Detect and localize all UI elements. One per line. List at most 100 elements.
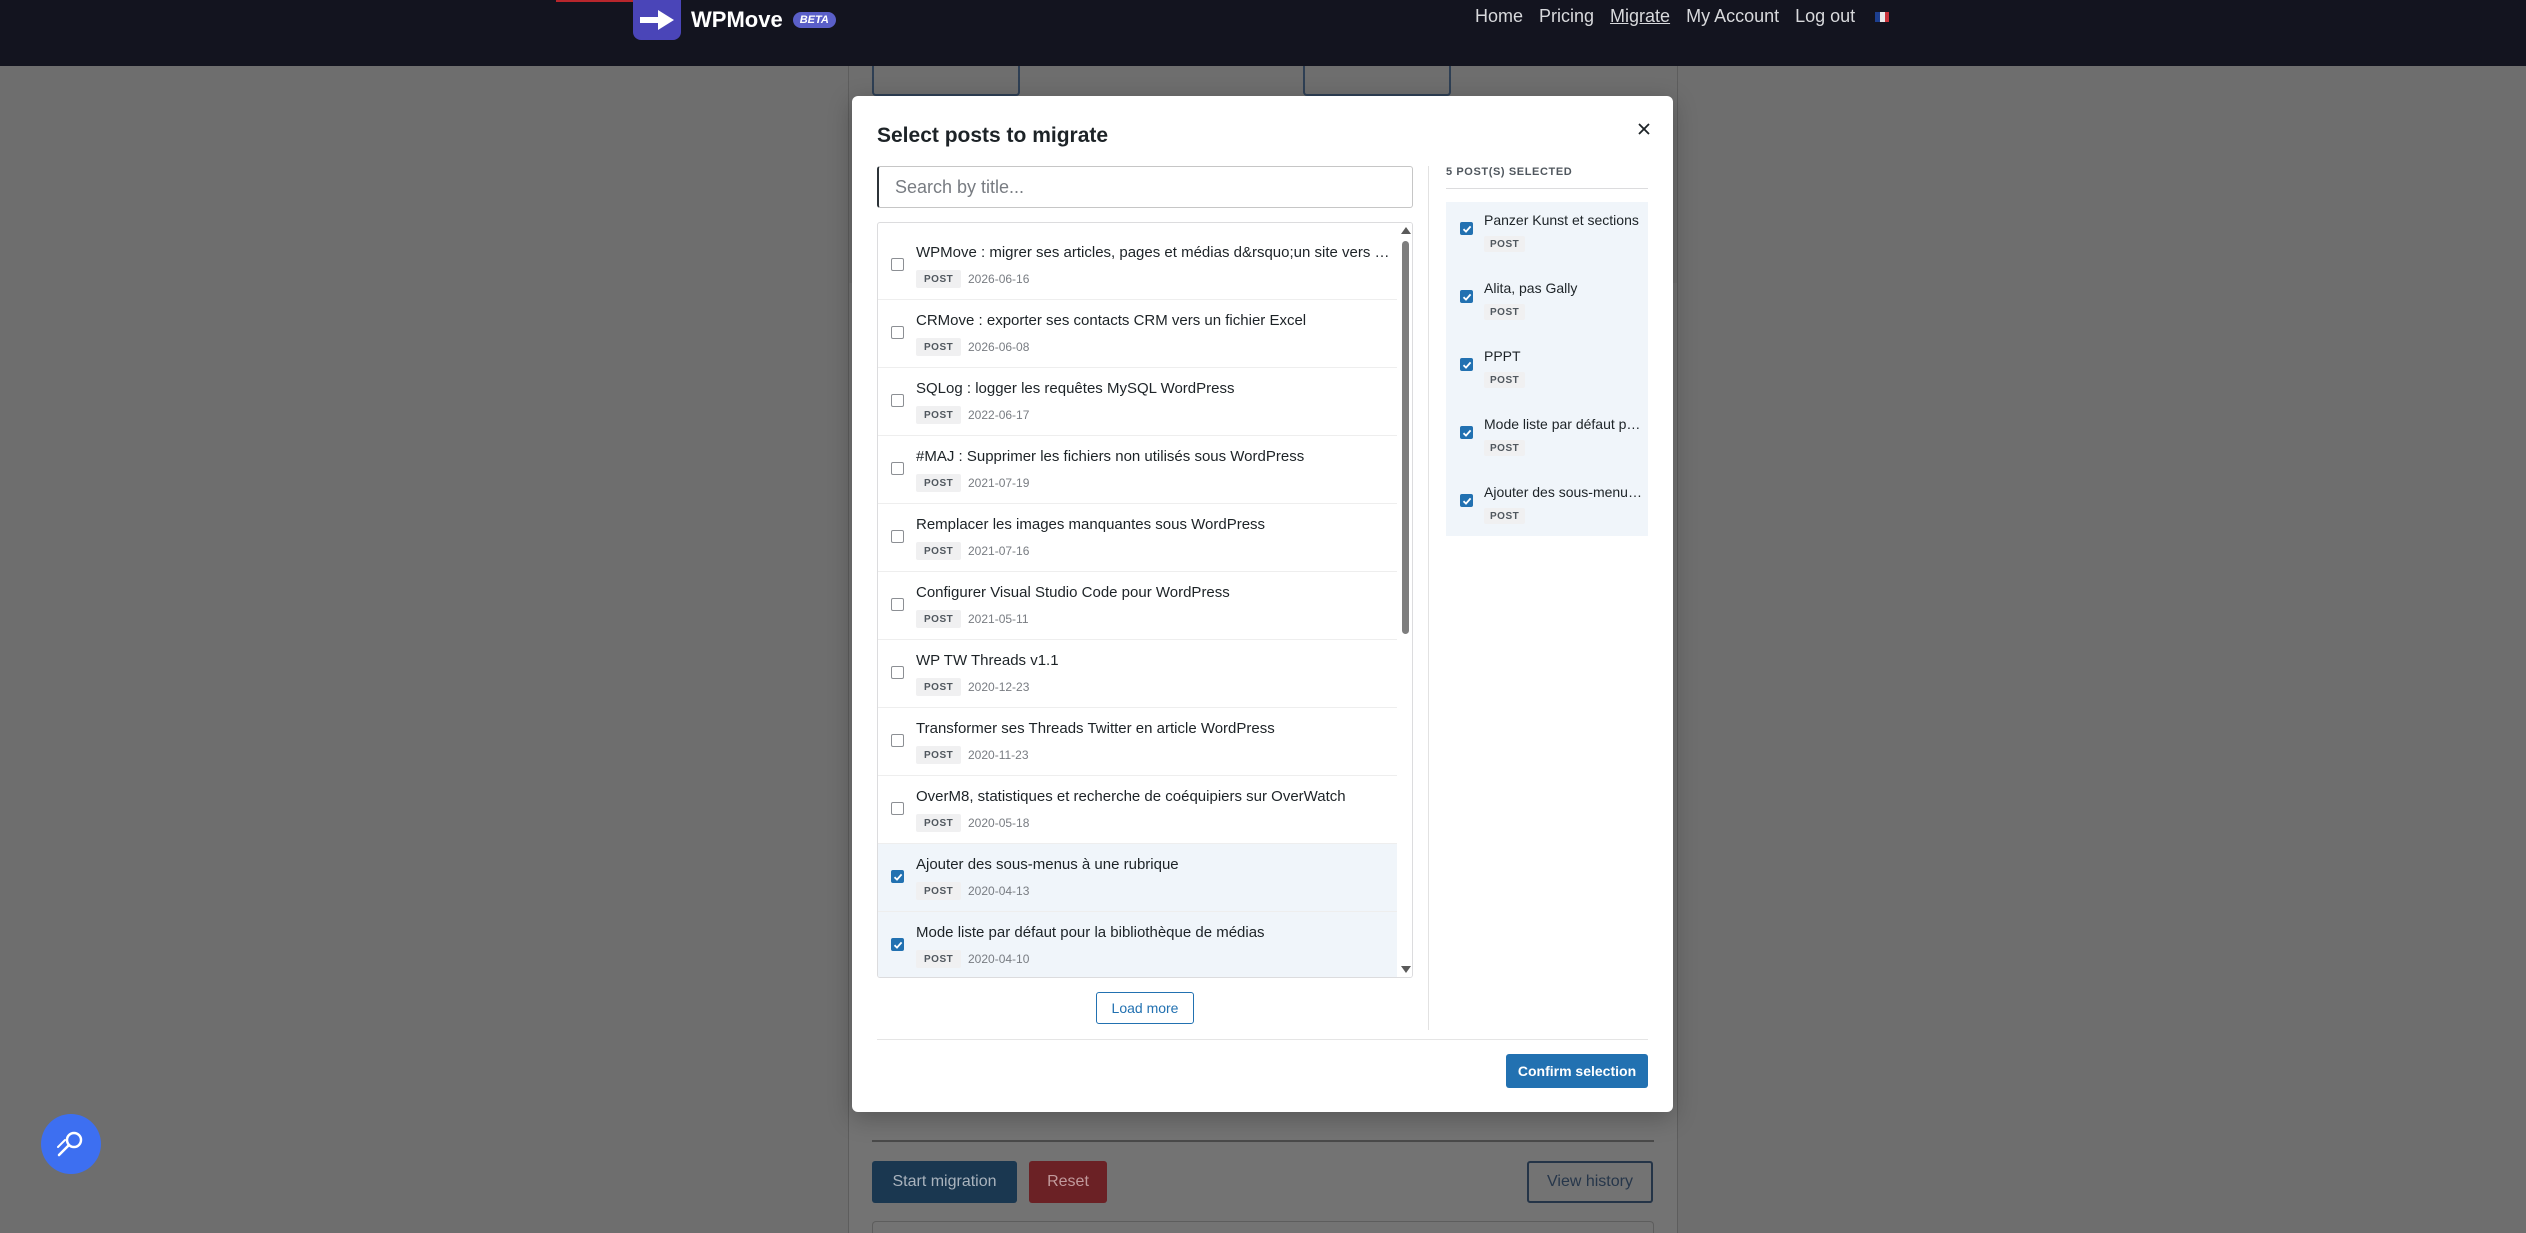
flag-fr-icon[interactable] — [1875, 11, 1890, 22]
post-type-badge: POST — [916, 950, 962, 968]
post-title: WPMove : migrer ses articles, pages et m… — [916, 244, 1391, 261]
post-row[interactable]: #MAJ : Supprimer les fichiers non utilis… — [878, 436, 1397, 504]
post-title: OverM8, statistiques et recherche de coé… — [916, 788, 1346, 805]
post-title: CRMove : exporter ses contacts CRM vers … — [916, 312, 1307, 329]
post-row[interactable]: Transformer ses Threads Twitter en artic… — [878, 708, 1397, 776]
post-row[interactable]: SQLog : logger les requêtes MySQL WordPr… — [878, 368, 1397, 436]
post-row[interactable]: CRMove : exporter ses contacts CRM vers … — [878, 300, 1397, 368]
selected-item[interactable]: Mode liste par défaut pour la bibliothèq… — [1446, 406, 1648, 474]
post-type-badge: POST — [916, 338, 962, 356]
post-type-badge: POST — [916, 746, 962, 764]
background-divider — [872, 1140, 1654, 1142]
selected-type-badge: POST — [1484, 304, 1526, 320]
modal-title: Select posts to migrate — [877, 124, 1109, 147]
selected-type-badge: POST — [1484, 508, 1526, 524]
selected-count-header: 5 POST(S) SELECTED — [1446, 166, 1648, 189]
selected-item[interactable]: Panzer Kunst et sections POST — [1446, 202, 1648, 270]
reset-button[interactable]: Reset — [1029, 1161, 1107, 1203]
post-title: Ajouter des sous-menus à une rubrique — [916, 856, 1179, 873]
post-checkbox[interactable] — [891, 938, 904, 951]
selected-checkbox[interactable] — [1460, 426, 1473, 439]
post-list-scrollbar[interactable] — [1398, 223, 1412, 977]
brand[interactable]: WPMove BETA — [633, 0, 836, 40]
selected-item[interactable]: PPPT POST — [1446, 338, 1648, 406]
confirm-selection-button[interactable]: Confirm selection — [1506, 1054, 1648, 1088]
select-posts-modal: Select posts to migrate WPMove : migrer … — [852, 96, 1673, 1112]
post-date: 2020-12-23 — [968, 680, 1030, 694]
selected-title: Mode liste par défaut pour la bibliothèq… — [1484, 416, 1642, 432]
post-checkbox[interactable] — [891, 462, 904, 475]
nav-link-migrate[interactable]: Migrate — [1610, 6, 1670, 27]
selected-checkbox[interactable] — [1460, 222, 1473, 235]
post-checkbox[interactable] — [891, 666, 904, 679]
close-icon — [1638, 123, 1650, 135]
post-row[interactable]: WP TW Threads v1.1 POST 2020-12-23 — [878, 640, 1397, 708]
selected-checkbox[interactable] — [1460, 358, 1473, 371]
post-date: 2021-05-11 — [968, 612, 1029, 626]
post-type-badge: POST — [916, 474, 962, 492]
view-history-button[interactable]: View history — [1527, 1161, 1653, 1203]
selected-checkbox[interactable] — [1460, 290, 1473, 303]
nav-link-my-account[interactable]: My Account — [1686, 6, 1779, 27]
post-date: 2020-05-18 — [968, 816, 1030, 830]
post-date: 2021-07-16 — [968, 544, 1030, 558]
post-row[interactable]: OverM8, statistiques et recherche de coé… — [878, 776, 1397, 844]
post-checkbox[interactable] — [891, 326, 904, 339]
post-type-badge: POST — [916, 270, 962, 288]
post-type-badge: POST — [916, 406, 962, 424]
post-type-badge: POST — [916, 678, 962, 696]
selected-title: Ajouter des sous-menus à une rubrique — [1484, 484, 1642, 500]
selected-checkbox[interactable] — [1460, 494, 1473, 507]
post-checkbox[interactable] — [891, 258, 904, 271]
load-more-button[interactable]: Load more — [1096, 992, 1194, 1024]
post-row[interactable]: Configurer Visual Studio Code pour WordP… — [878, 572, 1397, 640]
post-title: WP TW Threads v1.1 — [916, 652, 1059, 669]
selected-title: Alita, pas Gally — [1484, 280, 1578, 296]
scroll-up-arrow-icon[interactable] — [1401, 227, 1411, 234]
background-outline-button-1 — [872, 66, 1020, 96]
post-title: Configurer Visual Studio Code pour WordP… — [916, 584, 1230, 601]
nav-link-log-out[interactable]: Log out — [1795, 6, 1855, 27]
post-date: 2020-04-10 — [968, 952, 1030, 966]
magnifier-fab-button[interactable] — [41, 1114, 101, 1174]
post-title: #MAJ : Supprimer les fichiers non utilis… — [916, 448, 1305, 465]
scroll-down-arrow-icon[interactable] — [1401, 966, 1411, 973]
post-row[interactable]: Mode liste par défaut pour la bibliothèq… — [878, 912, 1397, 977]
nav-links: Home Pricing Migrate My Account Log out — [1475, 6, 1890, 27]
start-migration-button[interactable]: Start migration — [872, 1161, 1017, 1203]
selected-item[interactable]: Ajouter des sous-menus à une rubrique POS… — [1446, 474, 1648, 542]
post-date: 2021-07-19 — [968, 476, 1030, 490]
post-row[interactable]: Remplacer les images manquantes sous Wor… — [878, 504, 1397, 572]
post-title: Remplacer les images manquantes sous Wor… — [916, 516, 1266, 533]
post-row[interactable]: Ajouter des sous-menus à une rubrique POS… — [878, 844, 1397, 912]
post-checkbox[interactable] — [891, 734, 904, 747]
post-title: Transformer ses Threads Twitter en artic… — [916, 720, 1275, 737]
nav-link-pricing[interactable]: Pricing — [1539, 6, 1594, 27]
selected-type-badge: POST — [1484, 440, 1526, 456]
post-checkbox[interactable] — [891, 870, 904, 883]
search-input[interactable] — [877, 166, 1413, 208]
arrow-right-icon — [633, 0, 681, 40]
close-button[interactable] — [1630, 115, 1658, 143]
post-type-badge: POST — [916, 882, 962, 900]
post-date: 2022-06-17 — [968, 408, 1030, 422]
nav-link-home[interactable]: Home — [1475, 6, 1523, 27]
modal-footer-divider — [877, 1039, 1648, 1040]
posts-column: WPMove : migrer ses articles, pages et m… — [877, 166, 1413, 1024]
post-checkbox[interactable] — [891, 394, 904, 407]
selected-column: 5 POST(S) SELECTED Panzer Kunst et secti… — [1446, 166, 1648, 536]
post-checkbox[interactable] — [891, 530, 904, 543]
background-bottom-field — [872, 1221, 1654, 1233]
background-outline-button-2 — [1303, 66, 1451, 96]
post-checkbox[interactable] — [891, 598, 904, 611]
post-type-badge: POST — [916, 542, 962, 560]
selected-item[interactable]: Alita, pas Gally POST — [1446, 270, 1648, 338]
post-row[interactable]: WPMove : migrer ses articles, pages et m… — [878, 232, 1397, 300]
scroll-thumb[interactable] — [1402, 241, 1409, 634]
post-title: SQLog : logger les requêtes MySQL WordPr… — [916, 380, 1235, 397]
selected-type-badge: POST — [1484, 236, 1526, 252]
beta-badge: BETA — [792, 12, 836, 28]
post-checkbox[interactable] — [891, 802, 904, 815]
post-type-badge: POST — [916, 610, 962, 628]
post-list[interactable]: WPMove : migrer ses articles, pages et m… — [877, 222, 1413, 978]
